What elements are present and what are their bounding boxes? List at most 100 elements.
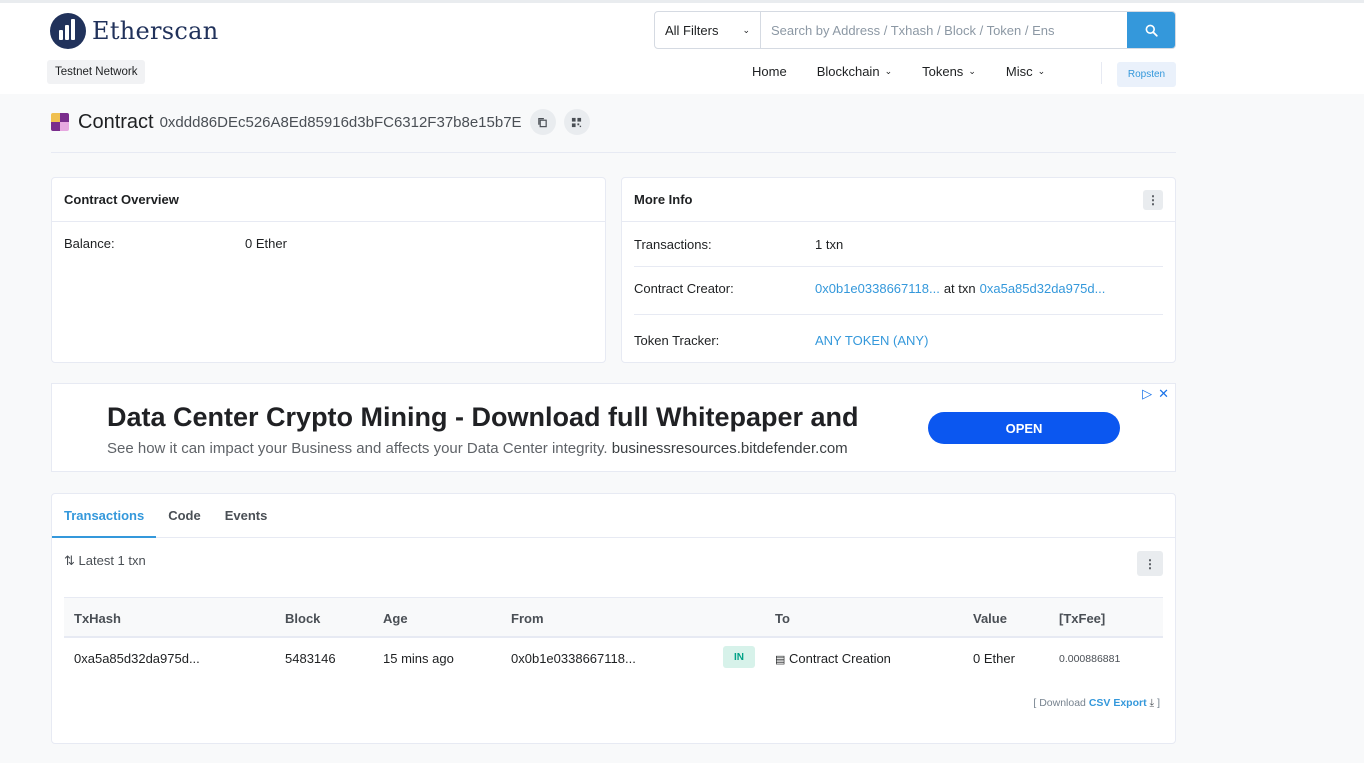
col-txfee: [TxFee] — [1059, 611, 1106, 626]
site-header: Etherscan Testnet Network All Filters ⌄ … — [0, 3, 1364, 94]
tab-bar: Transactions Code Events — [52, 494, 1175, 538]
address-identicon-icon — [51, 113, 69, 131]
to-text: Contract Creation — [789, 651, 891, 666]
download-icon: ⤓ — [1149, 697, 1155, 709]
nav-divider — [1101, 62, 1102, 84]
direction-badge: IN — [723, 646, 755, 668]
nav-blockchain-label: Blockchain — [816, 63, 880, 79]
chevron-down-icon: ⌄ — [884, 65, 893, 76]
transactions-card: Transactions Code Events ⇅ Latest 1 txn … — [51, 493, 1176, 744]
nav-tokens-label: Tokens — [922, 63, 964, 79]
creator-address-link[interactable]: 0x0b1e0338667118... — [815, 281, 940, 296]
chevron-down-icon: ⌄ — [1037, 65, 1046, 76]
search-button[interactable] — [1127, 12, 1175, 48]
nav-misc[interactable]: Misc ⌄ — [1006, 64, 1045, 79]
ad-controls: ▷ ✕ — [1142, 386, 1169, 402]
balance-value: 0 Ether — [245, 236, 287, 251]
network-badge: Testnet Network — [47, 60, 146, 84]
from-link[interactable]: 0x0b1e0338667118... — [511, 651, 636, 666]
contract-overview-card: Contract Overview Balance: 0 Ether — [51, 177, 606, 363]
chevron-down-icon: ⌄ — [968, 65, 976, 76]
ad-domain: businessresources.bitdefender.com — [611, 440, 848, 457]
qr-code-icon — [571, 117, 582, 127]
card-title: Contract Overview — [64, 192, 179, 207]
csv-download: [ Download CSV Export ⤓ ] — [1033, 697, 1160, 710]
col-to: To — [775, 611, 790, 626]
block-link[interactable]: 5483146 — [285, 651, 336, 666]
contract-creation-icon: ▤ — [775, 654, 786, 666]
search-bar: All Filters ⌄ — [654, 11, 1176, 49]
chevron-down-icon: ⌄ — [742, 24, 750, 35]
creator-row: Contract Creator: 0x0b1e0338667118... at… — [634, 281, 1163, 296]
download-prefix: [ Download — [1033, 697, 1086, 709]
nav-blockchain[interactable]: Blockchain ⌄ — [817, 64, 892, 79]
value-cell: 0 Ether — [973, 651, 1015, 666]
sort-icon: ⇅ — [64, 553, 75, 568]
card-header: More Info ⋮ — [622, 178, 1175, 222]
latest-txn-summary: ⇅ Latest 1 txn — [64, 553, 146, 569]
qr-code-button[interactable] — [563, 109, 590, 135]
tab-code[interactable]: Code — [156, 494, 213, 538]
creator-label: Contract Creator: — [634, 281, 734, 296]
col-txhash: TxHash — [74, 611, 121, 626]
col-value: Value — [973, 611, 1007, 626]
brand-logo[interactable]: Etherscan — [50, 13, 219, 49]
ad-description: See how it can impact your Business and … — [107, 440, 848, 457]
nav-tokens[interactable]: Tokens ⌄ — [922, 64, 976, 79]
etherscan-logo-icon — [50, 13, 86, 49]
creator-txn-link[interactable]: 0xa5a85d32da975d... — [980, 281, 1106, 296]
nav-home[interactable]: Home — [752, 64, 787, 79]
ad-banner[interactable]: Data Center Crypto Mining - Download ful… — [51, 383, 1176, 472]
tab-events[interactable]: Events — [213, 494, 280, 538]
search-input[interactable] — [761, 12, 1127, 48]
contract-title: Contract 0xddd86DEc526A8Ed85916d3bFC6312… — [51, 109, 590, 135]
main-nav: Home Blockchain ⌄ Tokens ⌄ Misc ⌄ — [752, 61, 1075, 81]
search-icon — [1145, 24, 1158, 37]
transactions-label: Transactions: — [634, 237, 712, 252]
token-tracker-label: Token Tracker: — [634, 333, 720, 348]
txhash-link[interactable]: 0xa5a85d32da975d... — [74, 651, 200, 666]
table-row: 0xa5a85d32da975d... 5483146 15 mins ago … — [64, 638, 1163, 678]
csv-export-link[interactable]: CSV Export — [1089, 697, 1147, 709]
col-from: From — [511, 611, 544, 626]
to-cell: ▤ Contract Creation — [775, 651, 891, 666]
contract-label: Contract — [78, 110, 154, 133]
balance-label: Balance: — [64, 236, 115, 251]
more-info-card: More Info ⋮ Transactions: 1 txn Contract… — [621, 177, 1176, 363]
filter-label: All Filters — [665, 22, 719, 38]
title-divider — [51, 152, 1176, 153]
ad-open-button[interactable]: OPEN — [928, 412, 1120, 444]
transactions-row: Transactions: 1 txn — [634, 237, 1163, 252]
col-age: Age — [383, 611, 408, 626]
card-title: More Info — [634, 192, 693, 207]
table-header: TxHash Block Age From To Value [TxFee] — [64, 597, 1163, 638]
brand-name: Etherscan — [92, 17, 219, 45]
adchoices-icon[interactable]: ▷ — [1142, 386, 1152, 402]
card-header: Contract Overview — [52, 178, 605, 222]
contract-address: 0xddd86DEc526A8Ed85916d3bFC6312F37b8e15b… — [159, 113, 522, 131]
row-divider — [634, 266, 1163, 267]
age-cell: 15 mins ago — [383, 651, 454, 666]
col-block: Block — [285, 611, 321, 626]
more-options-button[interactable]: ⋮ — [1143, 189, 1163, 210]
download-suffix: ] — [1157, 697, 1160, 709]
close-ad-icon[interactable]: ✕ — [1158, 386, 1169, 402]
latest-txn-text: Latest 1 txn — [78, 553, 146, 568]
ad-description-text: See how it can impact your Business and … — [107, 440, 608, 457]
nav-home-label: Home — [752, 63, 787, 79]
txfee-cell: 0.000886881 — [1059, 653, 1121, 665]
table-options-button[interactable]: ⋮ — [1137, 551, 1163, 576]
token-tracker-link[interactable]: ANY TOKEN (ANY) — [815, 333, 928, 348]
copy-address-button[interactable] — [529, 109, 556, 135]
kebab-menu-icon: ⋮ — [1147, 192, 1159, 207]
row-divider — [634, 314, 1163, 315]
balance-row: Balance: 0 Ether — [64, 236, 593, 251]
network-switch-button[interactable]: Ropsten — [1117, 62, 1176, 87]
copy-icon — [538, 117, 547, 127]
at-txn-text: at txn — [943, 281, 976, 296]
filter-select[interactable]: All Filters ⌄ — [655, 12, 761, 48]
transactions-value: 1 txn — [815, 237, 844, 252]
ad-title[interactable]: Data Center Crypto Mining - Download ful… — [107, 402, 859, 433]
tab-transactions[interactable]: Transactions — [52, 494, 157, 538]
token-tracker-row: Token Tracker: ANY TOKEN (ANY) — [634, 333, 1163, 348]
